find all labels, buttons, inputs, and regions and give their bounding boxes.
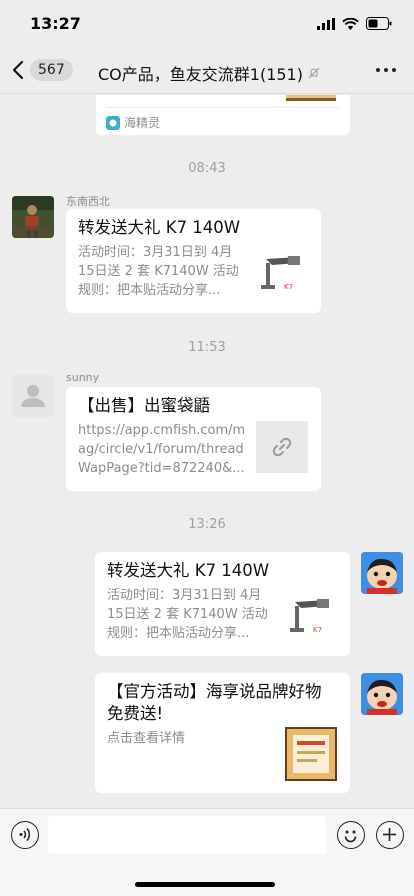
message-card[interactable]: 【官方活动】海享说品牌好物 免费送! 点击查看详情 <box>95 673 350 793</box>
chat-list[interactable]: 海精灵 08:43 东南西北 转发送大礼 K7 140W 活动时间：3月31日到… <box>0 95 414 808</box>
mute-icon <box>308 67 320 79</box>
card-thumbnail <box>285 727 337 781</box>
avatar[interactable] <box>12 196 54 238</box>
unread-count-badge: 567 <box>30 59 73 81</box>
card-thumbnail: K7 <box>287 592 337 642</box>
card-desc-line: 15日送 2 套 K7140W 活动 <box>107 607 268 622</box>
self-avatar[interactable] <box>361 552 403 594</box>
battery-icon <box>366 17 392 30</box>
add-button[interactable] <box>376 821 404 849</box>
card-desc-line: ag/circle/v1/forum/thread <box>78 442 244 457</box>
sender-name: sunny <box>66 371 100 384</box>
message-card-tail[interactable]: 海精灵 <box>96 95 350 135</box>
back-button[interactable]: 567 <box>12 59 73 81</box>
card-source: 海精灵 <box>106 114 160 131</box>
back-icon <box>12 60 24 80</box>
card-thumbnail: K7 <box>258 249 308 299</box>
app-icon <box>106 115 120 130</box>
card-desc-line: https://app.cmfish.com/m <box>78 423 246 438</box>
card-source-label: 海精灵 <box>124 116 161 130</box>
card-desc-line: 活动时间：3月31日到 4月 <box>78 245 233 260</box>
signal-icon <box>317 17 335 30</box>
more-button[interactable] <box>376 68 396 72</box>
emoji-button[interactable] <box>337 821 365 849</box>
message-card[interactable]: 转发送大礼 K7 140W 活动时间：3月31日到 4月 15日送 2 套 K7… <box>95 552 350 656</box>
card-desc-line: 规则：把本贴活动分享... <box>78 283 221 298</box>
message-input[interactable] <box>48 816 326 854</box>
add-icon <box>383 828 396 841</box>
svg-text:K7: K7 <box>284 283 293 291</box>
card-thumbnail <box>286 95 336 101</box>
timestamp: 13:26 <box>188 517 226 532</box>
timestamp: 08:43 <box>188 161 226 176</box>
card-desc-line: WapPage?tid=872240&... <box>78 461 245 476</box>
status-time: 13:27 <box>30 14 81 33</box>
status-icons <box>317 17 392 30</box>
svg-text:K7: K7 <box>313 626 322 634</box>
card-title: 转发送大礼 K7 140W <box>107 561 270 580</box>
avatar[interactable] <box>12 375 54 417</box>
chat-header: 567 CO产品，鱼友交流群1(151) <box>0 48 414 94</box>
emoji-icon <box>344 830 357 843</box>
wifi-icon <box>342 17 359 30</box>
group-title: CO产品，鱼友交流群1(151) <box>98 61 321 85</box>
more-icon <box>376 68 380 72</box>
card-desc-line: 活动时间：3月31日到 4月 <box>107 588 262 603</box>
card-desc-line: 15日送 2 套 K7140W 活动 <box>78 264 239 279</box>
link-thumbnail <box>256 421 308 473</box>
sender-name: 东南西北 <box>66 195 110 208</box>
message-card[interactable]: 转发送大礼 K7 140W 活动时间：3月31日到 4月 15日送 2 套 K7… <box>66 209 321 313</box>
card-title: 【官方活动】海享说品牌好物 <box>107 682 322 701</box>
card-desc-line: 点击查看详情 <box>107 731 186 746</box>
timestamp: 11:53 <box>188 340 226 355</box>
voice-button[interactable] <box>11 821 39 849</box>
status-bar: 13:27 <box>0 0 414 48</box>
card-title: 免费送! <box>107 704 164 723</box>
card-title: 转发送大礼 K7 140W <box>78 218 241 237</box>
card-desc-line: 规则：把本贴活动分享... <box>107 626 250 641</box>
home-indicator <box>135 882 275 887</box>
card-divider <box>106 107 340 108</box>
link-card[interactable]: 【出售】出蜜袋鼯 https://app.cmfish.com/m ag/cir… <box>66 387 321 491</box>
card-title: 【出售】出蜜袋鼯 <box>78 396 210 415</box>
group-title-text: CO产品，鱼友交流群1(151) <box>98 65 303 84</box>
self-avatar[interactable] <box>361 673 403 715</box>
link-icon <box>272 437 292 457</box>
voice-icon <box>19 828 31 841</box>
